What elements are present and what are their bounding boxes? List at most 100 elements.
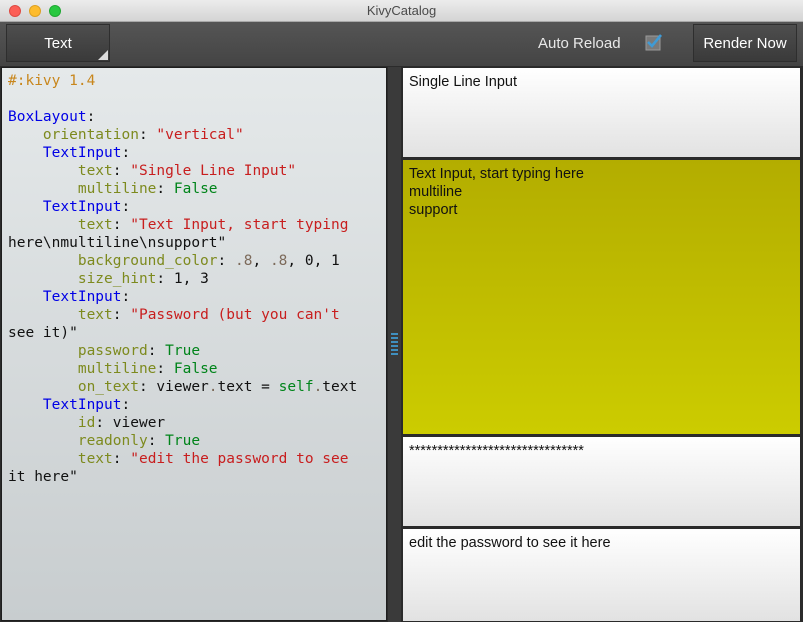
code-line: TextInput: (8, 144, 386, 162)
code-token: .8 (269, 253, 288, 269)
multiline-input[interactable]: Text Input, start typing here multiline … (402, 159, 801, 435)
code-token: : (112, 217, 131, 233)
code-line: orientation: "vertical" (8, 126, 386, 144)
code-line: see it)" (8, 324, 386, 342)
code-token: False (173, 361, 218, 377)
code-line: password: True (8, 342, 386, 360)
code-line: #:kivy 1.4 (8, 72, 386, 90)
code-token: text (77, 217, 113, 233)
code-line: TextInput: (8, 198, 386, 216)
code-line: text: "Password (but you can't (8, 306, 386, 324)
code-line: it here" (8, 468, 386, 486)
code-token: : (217, 253, 235, 269)
code-token: .8 (235, 253, 253, 269)
code-token: password (77, 343, 148, 359)
code-token: size_hint (77, 271, 157, 287)
code-token: True (165, 433, 201, 449)
code-token: BoxLayout (8, 109, 87, 125)
code-token: "Text Input, start typing (130, 217, 349, 233)
code-line: id: viewer (8, 414, 386, 432)
code-token: , (252, 253, 270, 269)
code-token: False (173, 181, 218, 197)
code-line: text: "edit the password to see (8, 450, 386, 468)
window-title: KivyCatalog (366, 3, 437, 18)
code-token: "vertical" (156, 127, 244, 143)
code-token: "Single Line Input" (130, 163, 297, 179)
single-line-input[interactable]: Single Line Input (402, 67, 801, 158)
code-token: here\nmultiline\nsupport" (8, 235, 227, 251)
code-token: it here" (8, 469, 78, 485)
splitter-grip-icon[interactable] (391, 333, 398, 355)
code-token: "edit the password to see (130, 451, 349, 467)
code-token: , 0, 1 (287, 253, 340, 269)
code-token: . (208, 379, 218, 395)
dropdown-corner-icon (98, 50, 108, 60)
code-token: : (121, 145, 131, 161)
code-token: : (121, 289, 131, 305)
code-token: text = (217, 379, 279, 395)
code-token: : 1, 3 (156, 271, 209, 287)
viewer-input[interactable]: edit the password to see it here (402, 528, 801, 622)
code-token: background_color (77, 253, 218, 269)
text-dropdown-button[interactable]: Text (6, 24, 110, 62)
code-token: TextInput (42, 199, 122, 215)
code-token: . (313, 379, 323, 395)
code-token: TextInput (42, 145, 122, 161)
code-line: multiline: False (8, 180, 386, 198)
code-line: size_hint: 1, 3 (8, 270, 386, 288)
code-line: multiline: False (8, 360, 386, 378)
splitter[interactable] (388, 67, 401, 622)
code-token: : (112, 163, 131, 179)
code-token: : (156, 361, 174, 377)
code-line: background_color: .8, .8, 0, 1 (8, 252, 386, 270)
code-token: : (156, 181, 174, 197)
code-token: : viewer (138, 379, 209, 395)
kv-code-editor[interactable]: #:kivy 1.4 BoxLayout: orientation: "verti… (1, 67, 387, 621)
code-line: TextInput: (8, 288, 386, 306)
code-token: : (112, 307, 131, 323)
code-token: "Password (but you can't (130, 307, 340, 323)
code-token: id (77, 415, 96, 431)
auto-reload-checkbox[interactable] (645, 33, 663, 51)
code-token: TextInput (42, 397, 122, 413)
text-dropdown-label: Text (44, 34, 72, 52)
code-token: on_text (77, 379, 139, 395)
code-token: : (121, 397, 131, 413)
code-token: : (147, 343, 166, 359)
code-token: text (322, 379, 358, 395)
code-token: orientation (42, 127, 139, 143)
code-token: #:kivy 1.4 (8, 73, 96, 89)
code-token: multiline (77, 181, 157, 197)
toolbar: Text Auto Reload Render Now (0, 22, 803, 66)
code-token: text (77, 163, 113, 179)
render-now-button[interactable]: Render Now (693, 24, 797, 62)
code-token: : (112, 451, 131, 467)
code-token: see it)" (8, 325, 78, 341)
code-line: on_text: viewer.text = self.text (8, 378, 386, 396)
code-line: readonly: True (8, 432, 386, 450)
password-input[interactable]: ******************************* (402, 436, 801, 527)
auto-reload-label: Auto Reload (538, 35, 621, 52)
code-line: text: "Single Line Input" (8, 162, 386, 180)
code-token: TextInput (42, 289, 122, 305)
code-line: TextInput: (8, 396, 386, 414)
code-token: : (138, 127, 157, 143)
code-line: here\nmultiline\nsupport" (8, 234, 386, 252)
